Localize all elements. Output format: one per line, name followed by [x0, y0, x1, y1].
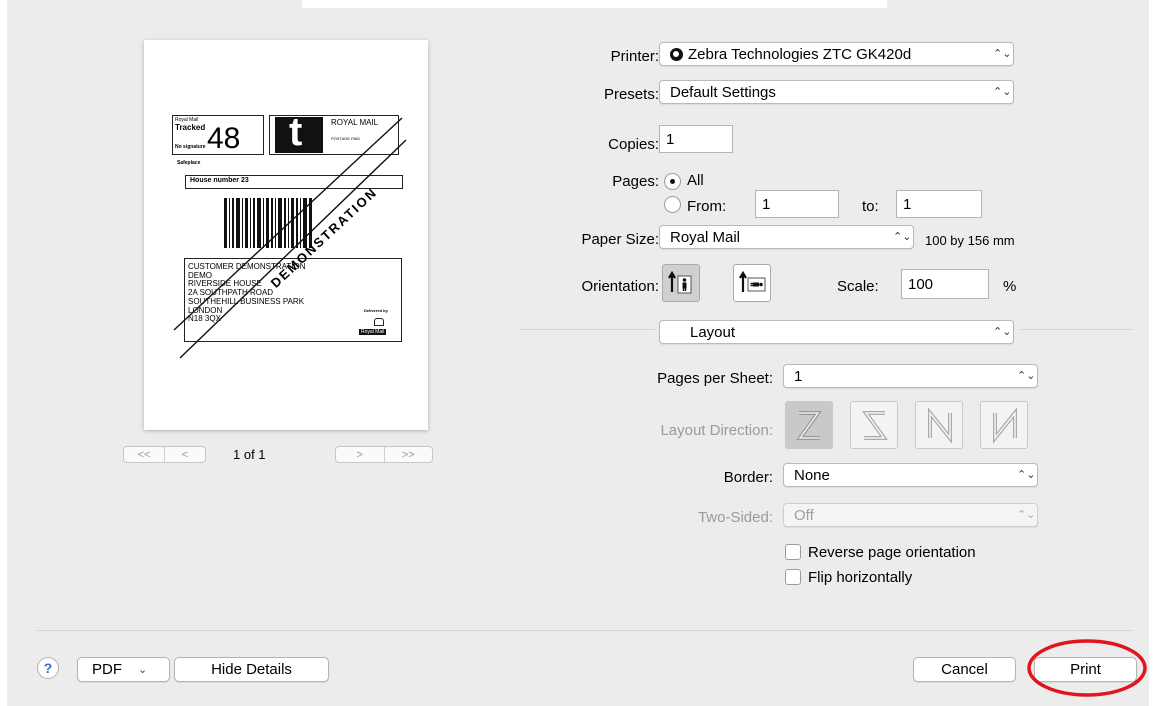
- orientation-label: Orientation:: [581, 278, 659, 295]
- shipping-label: Royal Mail Tracked 48 No signature t ROY…: [144, 40, 428, 430]
- chevron-updown-icon: ⌃⌄: [1017, 508, 1036, 521]
- chevron-updown-icon: ⌃⌄: [1017, 468, 1036, 481]
- border-label: Border:: [723, 469, 773, 486]
- two-sided-select[interactable]: Off ⌃⌄: [783, 503, 1038, 527]
- layout-direction-z-button[interactable]: [785, 401, 833, 449]
- pages-per-sheet-value: 1: [794, 367, 803, 385]
- printer-status-icon: [670, 47, 683, 61]
- printer-label: Printer:: [610, 48, 659, 65]
- pages-all-label: All: [687, 172, 704, 189]
- chevron-down-icon: ⌄: [138, 664, 148, 676]
- pages-to-field[interactable]: 1: [896, 190, 982, 218]
- printer-select[interactable]: Zebra Technologies ZTC GK420d ⌃⌄: [659, 42, 1014, 66]
- landscape-icon: [739, 270, 766, 292]
- section-value: Layout: [690, 323, 736, 341]
- page-indicator: 1 of 1: [233, 447, 266, 462]
- previous-page-button[interactable]: <: [165, 449, 205, 461]
- presets-select[interactable]: Default Settings ⌃⌄: [659, 80, 1014, 104]
- scale-field[interactable]: 100: [901, 269, 989, 299]
- preview-nav-back: << <: [123, 446, 206, 463]
- copies-field[interactable]: 1: [659, 125, 733, 153]
- hide-details-button[interactable]: Hide Details: [174, 657, 329, 682]
- two-sided-label: Two-Sided:: [697, 509, 773, 526]
- portrait-icon: [668, 270, 692, 294]
- copies-label: Copies:: [608, 136, 659, 153]
- chevron-updown-icon: ⌃⌄: [1017, 369, 1036, 382]
- flip-horizontally-checkbox[interactable]: [785, 569, 801, 585]
- cancel-button[interactable]: Cancel: [913, 657, 1016, 682]
- paper-dimensions: 100 by 156 mm: [925, 233, 1015, 248]
- layout-z-icon: [796, 411, 822, 440]
- portrait-orientation-button[interactable]: [662, 264, 700, 302]
- reverse-orientation-label: Reverse page orientation: [808, 544, 976, 561]
- layout-n-icon: [928, 408, 952, 444]
- annotation-circle: [1027, 639, 1147, 697]
- chevron-updown-icon: ⌃⌄: [993, 325, 1012, 338]
- pages-label: Pages:: [612, 173, 659, 190]
- two-sided-value: Off: [794, 506, 814, 524]
- first-page-button[interactable]: <<: [124, 449, 164, 461]
- help-icon[interactable]: ?: [37, 657, 59, 679]
- demonstration-stripe: [173, 117, 407, 359]
- border-select[interactable]: None ⌃⌄: [783, 463, 1038, 487]
- paper-size-label: Paper Size:: [581, 231, 659, 248]
- section-separator-left: [520, 329, 655, 330]
- presets-label: Presets:: [603, 86, 659, 103]
- page-preview: Royal Mail Tracked 48 No signature t ROY…: [144, 40, 428, 430]
- pages-from-radio[interactable]: [664, 196, 681, 213]
- scale-label: Scale:: [837, 278, 879, 295]
- reverse-orientation-checkbox[interactable]: [785, 544, 801, 560]
- layout-direction-label: Layout Direction:: [660, 422, 773, 439]
- presets-value: Default Settings: [670, 83, 776, 101]
- chevron-updown-icon: ⌃⌄: [893, 230, 912, 243]
- chevron-updown-icon: ⌃⌄: [993, 47, 1012, 60]
- layout-direction-reverse-n-button[interactable]: [980, 401, 1028, 449]
- section-separator-right: [1020, 329, 1133, 330]
- pages-from-label: From:: [687, 198, 727, 215]
- paper-size-value: Royal Mail: [670, 228, 741, 246]
- landscape-orientation-button[interactable]: [733, 264, 771, 302]
- pages-per-sheet-select[interactable]: 1 ⌃⌄: [783, 364, 1038, 388]
- title-bar-strip: [302, 0, 887, 8]
- preview-nav-forward: > >>: [335, 446, 433, 463]
- chevron-updown-icon: ⌃⌄: [993, 85, 1012, 98]
- pdf-label: PDF: [92, 661, 122, 678]
- paper-size-select[interactable]: Royal Mail ⌃⌄: [659, 225, 914, 249]
- layout-s-icon: [862, 411, 888, 440]
- layout-direction-n-button[interactable]: [915, 401, 963, 449]
- pdf-menu-button[interactable]: PDF ⌄: [77, 657, 170, 682]
- scale-unit: %: [1003, 278, 1017, 295]
- last-page-button[interactable]: >>: [385, 449, 433, 461]
- border-value: None: [794, 466, 830, 484]
- layout-reverse-n-icon: [993, 408, 1017, 444]
- flip-horizontally-label: Flip horizontally: [808, 569, 913, 586]
- next-page-button[interactable]: >: [336, 449, 384, 461]
- printer-value: Zebra Technologies ZTC GK420d: [688, 45, 912, 63]
- pages-from-field[interactable]: 1: [755, 190, 839, 218]
- print-dialog: Royal Mail Tracked 48 No signature t ROY…: [7, 0, 1149, 706]
- pages-to-label: to:: [862, 198, 879, 215]
- pages-all-radio[interactable]: [664, 173, 681, 190]
- footer-separator: [37, 630, 1133, 631]
- pages-per-sheet-label: Pages per Sheet:: [657, 370, 773, 387]
- section-select[interactable]: Layout ⌃⌄: [659, 320, 1014, 344]
- layout-direction-s-button[interactable]: [850, 401, 898, 449]
